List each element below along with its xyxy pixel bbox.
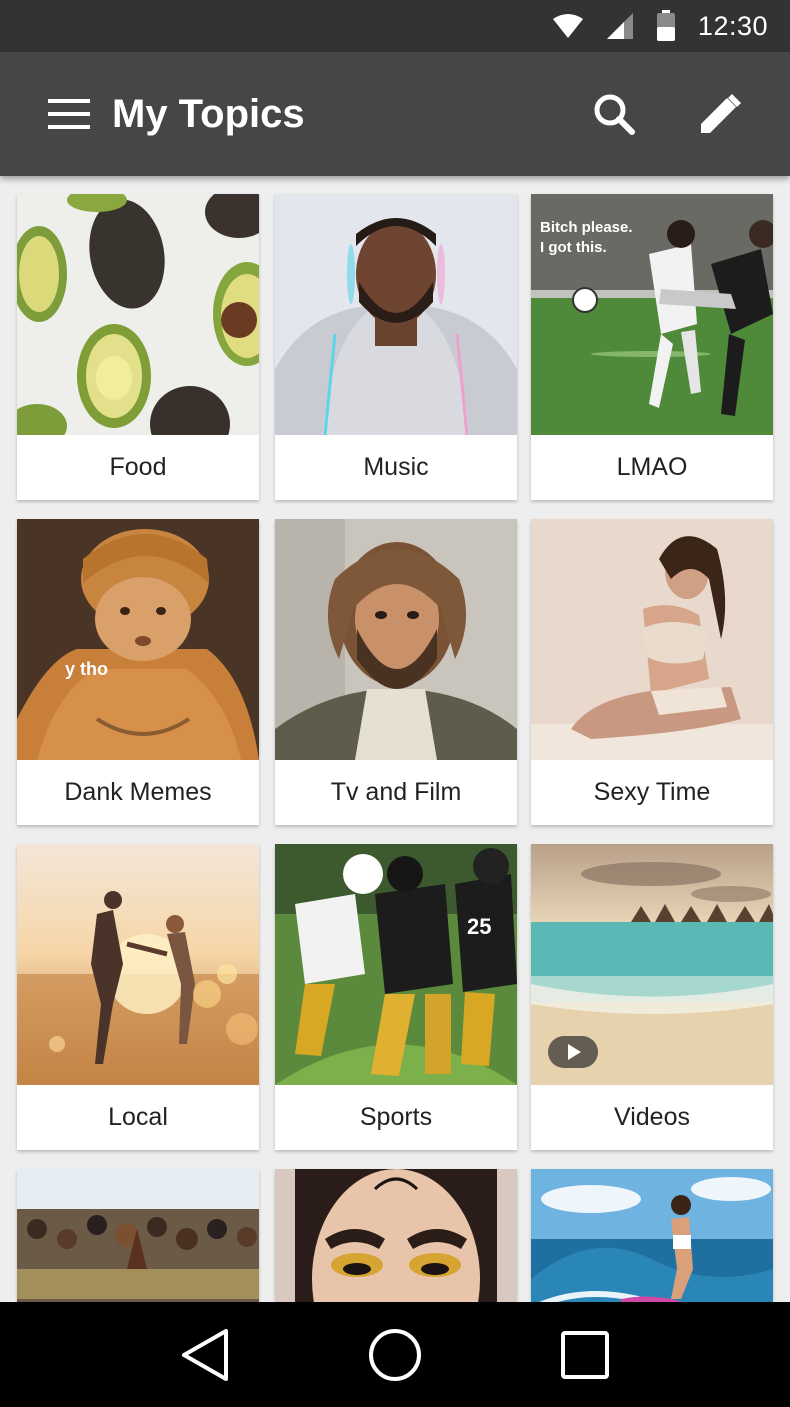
search-icon [594, 94, 635, 135]
topic-image-surfer [531, 1169, 773, 1302]
wifi-icon [552, 14, 583, 38]
home-circle-icon [369, 1328, 421, 1381]
topic-label: Dank Memes [64, 778, 212, 806]
topic-image-painted-baby: y tho [17, 519, 259, 760]
system-nav-bar [0, 1302, 790, 1407]
edit-pencil-icon [701, 94, 741, 133]
topic-label: Sports [359, 1103, 433, 1131]
topic-card-makeup[interactable] [275, 1169, 517, 1302]
overlay-text-line2: I got this. [540, 239, 607, 256]
topic-card-music[interactable]: Music [275, 194, 517, 500]
topic-image-woman-posing [531, 519, 773, 760]
topic-image-soccer-players: Bitch please. I got this. [531, 194, 773, 435]
topic-card-sports[interactable]: 25 Sports [275, 844, 517, 1150]
topic-card-food[interactable]: Food [17, 194, 259, 500]
topic-image-bearded-man-portrait [275, 519, 517, 760]
topic-card-surf[interactable] [531, 1169, 773, 1302]
overlay-text-meme: y tho [65, 659, 108, 679]
page-title: My Topics [112, 91, 305, 136]
battery-icon [656, 10, 675, 41]
topic-image-couple-running-sunset [17, 844, 259, 1085]
hamburger-menu-icon [48, 99, 90, 129]
topic-label: Sexy Time [593, 778, 711, 806]
topic-card-tv-and-film[interactable]: Tv and Film [275, 519, 517, 825]
topic-image-woman-gold-eyeshadow [275, 1169, 517, 1302]
topic-label: Local [108, 1103, 168, 1131]
topic-image-football-players: 25 [275, 844, 517, 1085]
topic-image-man-in-hoodie-portrait [275, 194, 517, 435]
topic-card-local[interactable]: Local [17, 844, 259, 1150]
recents-square-icon [561, 1330, 609, 1379]
topic-card-lmao[interactable]: Bitch please. I got this. LMAO [531, 194, 773, 500]
back-triangle-icon [182, 1328, 228, 1381]
topic-card-sexy-time[interactable]: Sexy Time [531, 519, 773, 825]
topic-image-tropical-beach [531, 844, 773, 1085]
topic-card-crowd[interactable] [17, 1169, 259, 1302]
svg-text:25: 25 [467, 914, 491, 939]
topic-label: LMAO [616, 453, 688, 481]
overlay-text-line1: Bitch please. [540, 219, 633, 236]
topic-card-videos[interactable]: Videos [531, 844, 773, 1150]
status-time: 12:30 [697, 10, 768, 41]
search-button[interactable] [578, 78, 650, 150]
topic-image-avocados [17, 194, 259, 435]
status-bar: 12:30 [0, 0, 790, 52]
topic-image-crowd [17, 1169, 259, 1302]
recents-button[interactable] [545, 1315, 625, 1395]
topic-label: Music [363, 453, 429, 481]
topic-card-dank-memes[interactable]: y tho Dank Memes [17, 519, 259, 825]
edit-button[interactable] [684, 78, 756, 150]
menu-button[interactable] [34, 84, 104, 144]
topic-label: Food [109, 453, 167, 481]
app-bar: My Topics [0, 52, 790, 176]
topic-label: Videos [614, 1103, 690, 1131]
back-button[interactable] [165, 1315, 245, 1395]
signal-icon [606, 13, 633, 39]
home-button[interactable] [355, 1315, 435, 1395]
topics-grid: Food Music Bitch please. I got this. LMA… [0, 176, 790, 1302]
topic-label: Tv and Film [330, 778, 462, 806]
